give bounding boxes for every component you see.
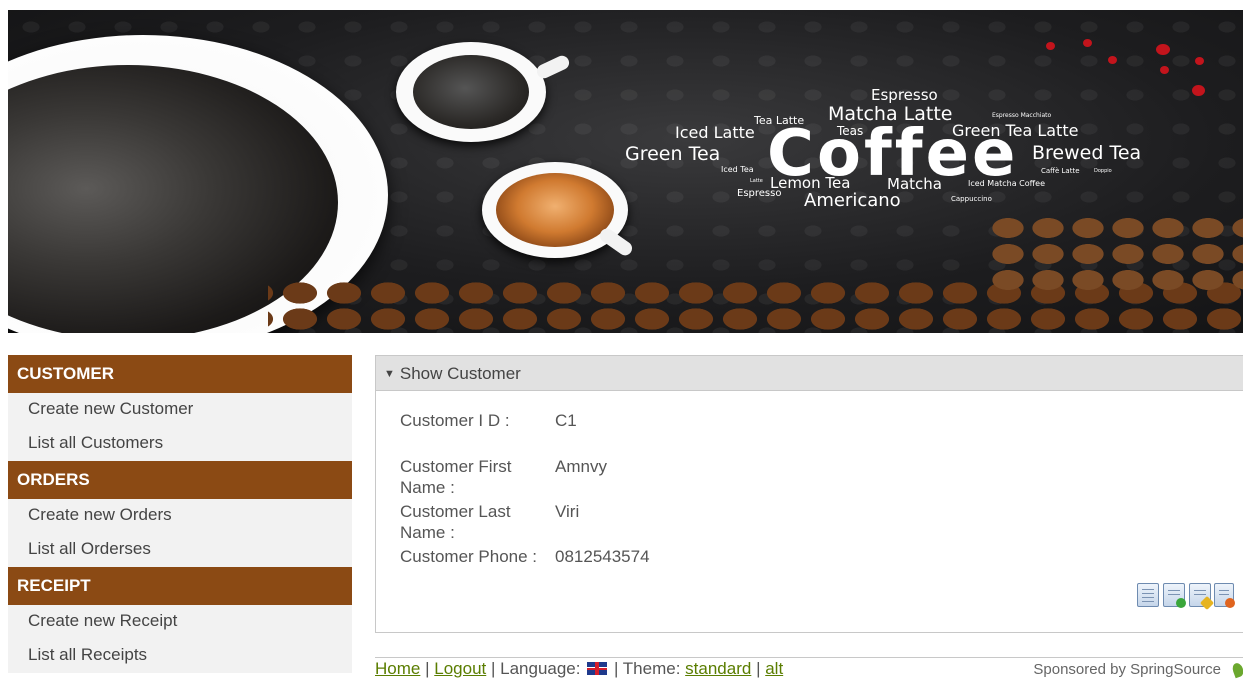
header-banner: Espresso Tea Latte Matcha Latte Espresso… [8,10,1243,333]
word-iced-matcha-coffee: Iced Matcha Coffee [968,179,1045,188]
field-label-customer-id: Customer I D : [400,411,510,430]
delete-icon[interactable] [1214,583,1235,608]
field-value-customer-id: C1 [555,411,577,430]
word-green-tea: Green Tea [625,143,721,165]
field-label-first-name-line2: Name : [400,478,455,497]
sidebar-menu: CUSTOMER Create new Customer List all Cu… [8,355,352,673]
coffee-berry-image [1046,42,1055,50]
list-icon[interactable] [1137,583,1159,607]
theme-alt-link[interactable]: alt [765,659,783,678]
word-caffe-latte: Caffè Latte [1041,167,1080,175]
word-iced-latte: Iced Latte [675,123,755,142]
update-icon[interactable] [1189,583,1215,611]
theme-standard-link[interactable]: standard [685,659,751,678]
field-label-phone: Customer Phone : [400,547,538,566]
footer-separator: | [756,659,761,678]
coffee-berry-image [1083,39,1092,47]
menu-item-create-customer[interactable]: Create new Customer [8,393,352,427]
field-value-last-name: Viri [555,502,580,521]
word-latte: Latte [750,178,763,184]
field-customer-first-name: Customer First Name : Amnvy [400,456,800,498]
word-iced-tea: Iced Tea [721,165,754,174]
uk-flag-icon[interactable] [587,662,608,675]
field-label-last-name: Customer Last Name : [400,501,550,543]
word-cappuccino: Cappuccino [951,195,992,203]
footer-separator: | [425,659,430,678]
crema-surface-image [496,173,614,247]
word-espresso-small: Espresso [737,188,782,199]
logout-link[interactable]: Logout [434,659,486,678]
menu-item-list-orders[interactable]: List all Orderses [8,533,352,567]
coffee-berry-image [1195,57,1204,65]
menu-item-list-customers[interactable]: List all Customers [8,427,352,461]
word-doppio: Doppio [1094,168,1112,174]
menu-item-create-receipt[interactable]: Create new Receipt [8,605,352,639]
field-customer-id: Customer I D : C1 [400,410,800,432]
panel-title-bar[interactable]: ▼ Show Customer [376,356,1243,391]
springsource-leaf-icon[interactable] [1230,661,1243,679]
menu-header-orders: ORDERS [8,461,352,499]
create-icon[interactable] [1163,583,1186,608]
coffee-berry-image [1192,85,1205,96]
menu-header-receipt: RECEIPT [8,567,352,605]
menu-item-list-receipts[interactable]: List all Receipts [8,639,352,673]
field-label-first-name: Customer First Name : [400,456,550,498]
footer: Home | Logout | Language: | Theme: stand… [375,657,1243,681]
coffee-beans-right-image [988,215,1243,295]
field-value-phone: 0812543574 [555,547,650,566]
field-customer-last-name: Customer Last Name : Viri [400,501,800,543]
coffee-berry-image [1156,44,1170,55]
caret-down-icon: ▼ [384,368,395,380]
field-label-last-name-line2: Name : [400,523,455,542]
word-brewed-tea: Brewed Tea [1032,142,1142,164]
home-link[interactable]: Home [375,659,420,678]
coffee-berry-image [1160,66,1169,74]
field-label-first-name-line1: Customer First [400,457,512,476]
menu-header-customer: CUSTOMER [8,355,352,393]
coffee-berry-image [1108,56,1117,64]
espresso-surface-image [413,55,529,129]
word-americano: Americano [804,190,901,211]
sponsor-text: Sponsored by SpringSource [1033,661,1221,678]
theme-label: | Theme: [613,659,681,678]
field-value-first-name: Amnvy [555,457,607,476]
panel-title: Show Customer [399,364,521,383]
menu-item-create-orders[interactable]: Create new Orders [8,499,352,533]
field-label-last-name-line1: Customer Last [400,502,511,521]
language-label: | Language: [490,659,581,678]
word-espresso: Espresso [871,86,938,104]
field-customer-phone: Customer Phone : 0812543574 [400,546,800,568]
